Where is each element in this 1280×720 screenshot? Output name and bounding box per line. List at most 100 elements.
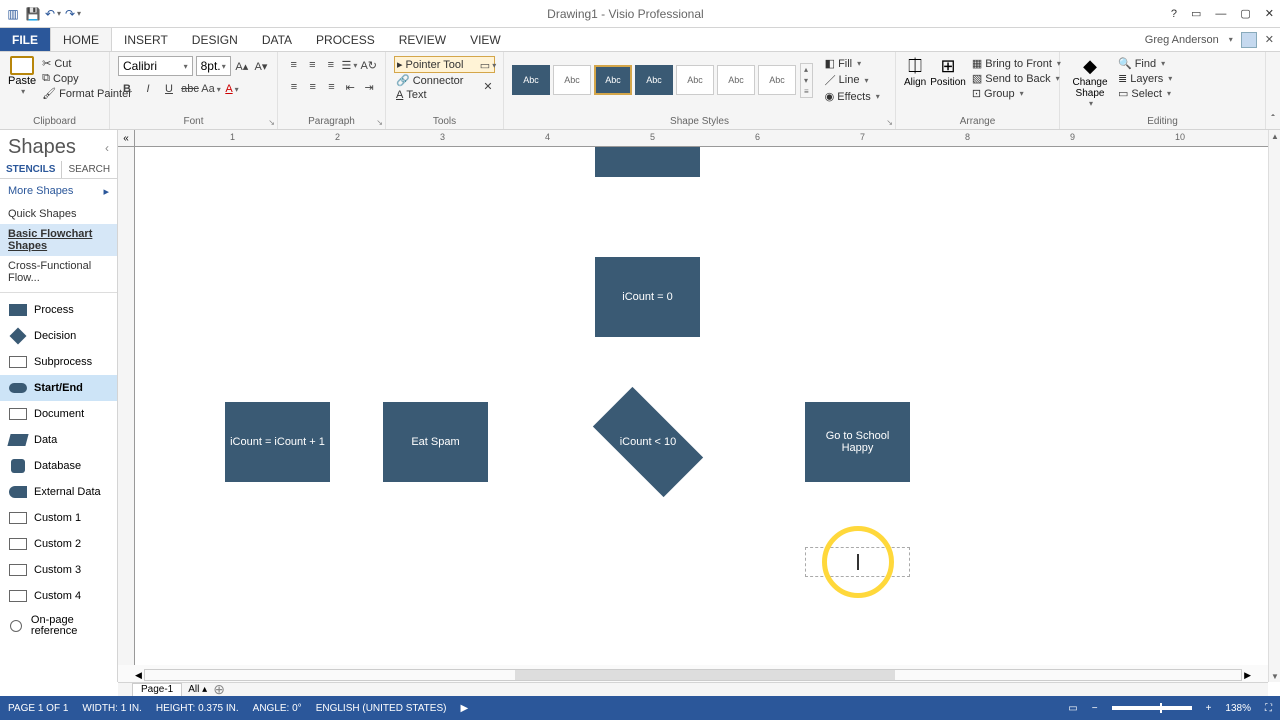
- ribbon-options-icon[interactable]: ▭: [1191, 7, 1201, 20]
- gallery-more-icon[interactable]: ≡: [801, 86, 812, 97]
- search-tab[interactable]: SEARCH: [62, 161, 116, 178]
- stencils-tab[interactable]: STENCILS: [0, 161, 61, 178]
- rotate-text-button[interactable]: A↻: [360, 56, 377, 74]
- horizontal-scrollbar[interactable]: ◀ ▶: [135, 668, 1251, 682]
- shape-startend[interactable]: Start/End: [0, 375, 117, 401]
- shape-count-init[interactable]: iCount = 0: [595, 257, 700, 337]
- close-doc-icon[interactable]: ✕: [1265, 33, 1274, 46]
- align-center-button[interactable]: ≡: [305, 78, 321, 96]
- quick-shapes-cat[interactable]: Quick Shapes: [0, 204, 117, 224]
- shape-style-gallery[interactable]: Abc Abc Abc Abc Abc Abc Abc: [512, 65, 796, 95]
- zoom-out-icon[interactable]: −: [1092, 703, 1098, 714]
- align-middle-button[interactable]: ≡: [305, 56, 321, 74]
- help-icon[interactable]: ?: [1171, 8, 1177, 20]
- bring-front-button[interactable]: ▦Bring to Front▾: [970, 56, 1063, 71]
- style-chip[interactable]: Abc: [512, 65, 550, 95]
- cross-functional-cat[interactable]: Cross-Functional Flow...: [0, 256, 117, 288]
- shape-custom2[interactable]: Custom 2: [0, 531, 117, 557]
- rectangle-tool-button[interactable]: ▭▾: [479, 56, 497, 74]
- tab-insert[interactable]: INSERT: [112, 28, 180, 51]
- presentation-mode-icon[interactable]: ▭: [1068, 703, 1077, 714]
- paste-button[interactable]: Paste▾: [8, 56, 36, 96]
- maximize-icon[interactable]: ▢: [1240, 7, 1250, 20]
- align-button[interactable]: ⎅Align: [904, 56, 926, 101]
- more-shapes-link[interactable]: More Shapes▸: [0, 179, 117, 204]
- shape-subprocess[interactable]: Subprocess: [0, 349, 117, 375]
- align-left-button[interactable]: ≡: [286, 78, 302, 96]
- layers-button[interactable]: ≣Layers▾: [1116, 71, 1174, 86]
- font-name-select[interactable]: Calibri▾: [118, 56, 193, 76]
- drawing-canvas[interactable]: iCount = 0 iCount = iCount + 1 Eat Spam …: [135, 147, 1268, 665]
- style-chip[interactable]: Abc: [553, 65, 591, 95]
- shape-decision[interactable]: iCount < 10: [598, 402, 698, 482]
- scroll-up-icon[interactable]: ▲: [1269, 130, 1280, 142]
- shape-custom4[interactable]: Custom 4: [0, 583, 117, 609]
- close-window-icon[interactable]: ✕: [1265, 7, 1274, 20]
- status-lang[interactable]: ENGLISH (UNITED STATES): [316, 703, 447, 714]
- change-shape-button[interactable]: ◆Change Shape▾: [1068, 56, 1112, 108]
- vertical-scrollbar[interactable]: ▲ ▼: [1268, 130, 1280, 682]
- vertical-ruler[interactable]: «: [118, 147, 135, 665]
- fill-button[interactable]: ◧Fill▾: [823, 56, 882, 71]
- dedent-button[interactable]: ⇤: [342, 78, 358, 96]
- paragraph-dialog-launcher[interactable]: ↘: [376, 118, 383, 127]
- style-chip[interactable]: Abc: [717, 65, 755, 95]
- shape-school[interactable]: Go to School Happy: [805, 402, 910, 482]
- style-chip[interactable]: Abc: [594, 65, 632, 95]
- find-button[interactable]: 🔍Find▾: [1116, 56, 1174, 71]
- redo-icon[interactable]: ↷▾: [66, 7, 80, 21]
- shape-custom3[interactable]: Custom 3: [0, 557, 117, 583]
- shape-document[interactable]: Document: [0, 401, 117, 427]
- avatar[interactable]: [1241, 32, 1257, 48]
- tab-data[interactable]: DATA: [250, 28, 304, 51]
- strike-button[interactable]: abc: [181, 80, 199, 98]
- style-chip[interactable]: Abc: [676, 65, 714, 95]
- shape-data[interactable]: Data: [0, 427, 117, 453]
- fit-page-icon[interactable]: ⛶: [1265, 703, 1272, 714]
- bullets-button[interactable]: ☰▾: [342, 56, 358, 74]
- italic-button[interactable]: I: [139, 80, 157, 98]
- ruler-corner[interactable]: «: [118, 130, 135, 147]
- align-right-button[interactable]: ≡: [324, 78, 340, 96]
- style-chip[interactable]: Abc: [758, 65, 796, 95]
- send-back-button[interactable]: ▧Send to Back▾: [970, 71, 1063, 86]
- indent-button[interactable]: ⇥: [361, 78, 377, 96]
- undo-icon[interactable]: ↶▾: [46, 7, 60, 21]
- shape-count-inc[interactable]: iCount = iCount + 1: [225, 402, 330, 482]
- zoom-level[interactable]: 138%: [1225, 703, 1251, 714]
- align-bottom-button[interactable]: ≡: [323, 56, 339, 74]
- underline-button[interactable]: U: [160, 80, 178, 98]
- align-top-button[interactable]: ≡: [286, 56, 302, 74]
- delete-connector-button[interactable]: ✕: [479, 77, 497, 95]
- horizontal-ruler[interactable]: 1 2 3 4 5 6 7 8 9 10: [135, 130, 1268, 147]
- collapse-ribbon-icon[interactable]: ˆ: [1271, 114, 1274, 125]
- shape-onpage-ref[interactable]: On-page reference: [0, 609, 117, 643]
- tab-file[interactable]: FILE: [0, 28, 50, 51]
- shapestyles-dialog-launcher[interactable]: ↘: [886, 118, 893, 127]
- tab-design[interactable]: DESIGN: [180, 28, 250, 51]
- shape-process[interactable]: Process: [0, 297, 117, 323]
- scroll-right-icon[interactable]: ▶: [1244, 670, 1251, 681]
- shape-external-data[interactable]: External Data: [0, 479, 117, 505]
- zoom-in-icon[interactable]: +: [1206, 703, 1212, 714]
- group-button[interactable]: ⊡Group▾: [970, 86, 1063, 101]
- font-size-select[interactable]: 8pt.▾: [196, 56, 231, 76]
- grow-font-button[interactable]: A▴: [234, 57, 250, 75]
- font-dialog-launcher[interactable]: ↘: [268, 118, 275, 127]
- gallery-down-icon[interactable]: ▾: [801, 75, 812, 86]
- save-icon[interactable]: 💾: [26, 7, 40, 21]
- page-all[interactable]: All ▴: [188, 684, 207, 695]
- line-button[interactable]: ／Line▾: [823, 71, 882, 89]
- status-page[interactable]: PAGE 1 OF 1: [8, 703, 68, 714]
- zoom-slider[interactable]: [1112, 706, 1192, 710]
- tab-review[interactable]: REVIEW: [387, 28, 458, 51]
- scroll-left-icon[interactable]: ◀: [135, 670, 142, 681]
- shrink-font-button[interactable]: A▾: [253, 57, 269, 75]
- font-color-button[interactable]: A▾: [223, 80, 241, 98]
- macro-icon[interactable]: ▶: [460, 703, 468, 714]
- page-tab-1[interactable]: Page-1: [132, 683, 182, 697]
- shape-decision[interactable]: Decision: [0, 323, 117, 349]
- minimize-icon[interactable]: —: [1215, 8, 1226, 20]
- gallery-up-icon[interactable]: ▴: [801, 64, 812, 75]
- tab-process[interactable]: PROCESS: [304, 28, 387, 51]
